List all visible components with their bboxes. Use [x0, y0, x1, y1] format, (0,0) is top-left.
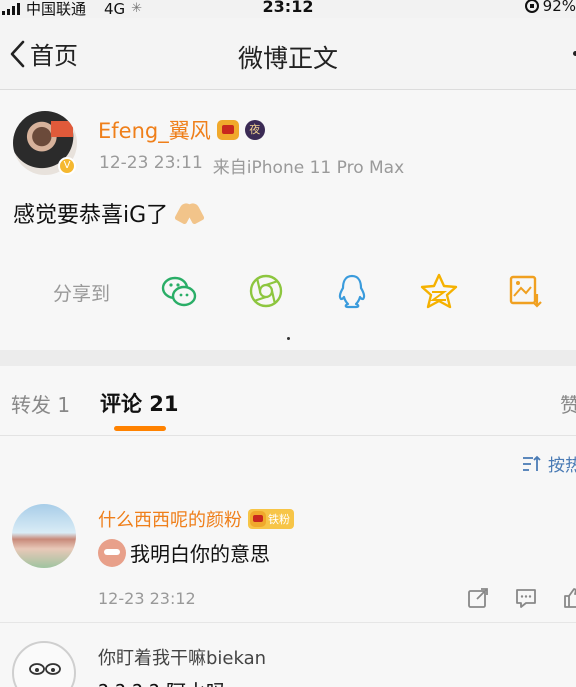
like-icon[interactable]	[562, 586, 576, 610]
qzone-icon[interactable]	[420, 272, 458, 310]
orientation-lock-icon	[524, 0, 539, 13]
save-image-icon[interactable]	[506, 272, 544, 310]
share-bar: 分享到	[0, 271, 576, 315]
weibo-post-screen: 中国联通 4G ✳ 23:12 92% 首页 微博正文 V Efeng_翼风 夜	[0, 0, 576, 687]
commenter-name[interactable]: 什么西西呢的颜粉	[98, 506, 242, 532]
page-indicator-dot	[287, 337, 290, 340]
post-content: 感觉要恭喜iG了	[13, 197, 206, 229]
wechat-icon[interactable]	[160, 272, 198, 310]
sort-bar: 按热	[0, 437, 576, 487]
comment-text: 我明白你的意思	[130, 542, 270, 566]
battery-percent: 92%	[542, 0, 576, 15]
fan-badge-label: 铁粉	[268, 513, 290, 526]
page-title: 微博正文	[237, 44, 338, 73]
reply-icon[interactable]	[514, 586, 538, 610]
fan-badge: 铁粉	[248, 509, 294, 529]
emoji-icon	[98, 538, 126, 567]
clock: 23:12	[262, 0, 314, 16]
network-label: 4G	[104, 0, 126, 18]
member-crown-icon	[216, 120, 239, 140]
active-tab-indicator	[114, 426, 166, 431]
author-name[interactable]: Efeng_翼风	[98, 115, 211, 145]
section-divider	[0, 350, 576, 366]
status-bar: 中国联通 4G ✳ 23:12 92%	[0, 0, 576, 18]
comment-item: 你盯着我干嘛biekan ? ? ? ? 阿水吗	[0, 624, 576, 687]
moments-icon[interactable]	[247, 272, 285, 310]
post-source: 来自iPhone 11 Pro Max	[212, 158, 405, 178]
loading-icon: ✳	[131, 1, 143, 16]
doodle-face-icon	[29, 663, 61, 675]
signal-bars-icon	[2, 2, 20, 15]
share-label: 分享到	[53, 283, 111, 305]
praying-hands-emoji-icon	[174, 201, 206, 225]
commenter-avatar[interactable]	[12, 504, 76, 568]
interaction-tabs: 转发 1 评论 21 赞	[0, 366, 576, 436]
tab-reposts[interactable]: 转发 1	[11, 389, 70, 418]
verified-badge-icon: V	[58, 157, 76, 175]
tab-likes[interactable]: 赞	[560, 389, 576, 418]
qq-icon[interactable]	[333, 272, 371, 310]
night-mode-badge: 夜	[244, 120, 265, 140]
sort-icon	[523, 455, 541, 471]
sort-label: 按热	[548, 456, 576, 476]
post-meta: 12-23 23:11 来自iPhone 11 Pro Max	[99, 153, 404, 178]
comment-actions	[466, 586, 576, 610]
comment-text: ? ? ? ? 阿水吗	[98, 676, 226, 687]
author-info: Efeng_翼风 夜	[98, 115, 265, 145]
comment-time: 12-23 23:12	[98, 589, 196, 608]
post-timestamp: 12-23 23:11	[99, 153, 203, 173]
post-card: V Efeng_翼风 夜 12-23 23:11 来自iPhone 11 Pro…	[0, 91, 576, 349]
sort-button[interactable]: 按热	[522, 451, 576, 476]
commenter-name[interactable]: 你盯着我干嘛biekan	[98, 644, 266, 670]
comment-item: 什么西西呢的颜粉 铁粉 我明白你的意思 12-23 23:12	[0, 488, 576, 623]
carrier-label: 中国联通	[26, 0, 87, 18]
commenter-info: 什么西西呢的颜粉 铁粉	[98, 506, 294, 532]
nav-bar: 首页 微博正文	[0, 18, 576, 90]
fan-crown-icon	[250, 511, 266, 527]
comment-content: 我明白你的意思	[98, 538, 270, 567]
post-text: 感觉要恭喜iG了	[13, 203, 169, 228]
share-icon[interactable]	[466, 586, 490, 610]
tab-comments[interactable]: 评论 21	[100, 388, 179, 418]
